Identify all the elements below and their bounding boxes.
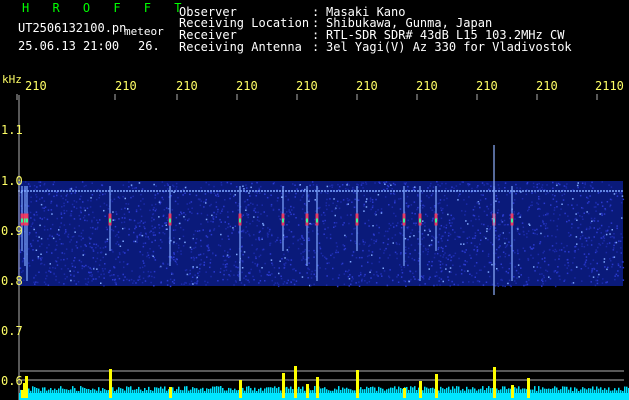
meteor-echo-core [356,218,358,223]
count-bar [294,366,297,398]
filename-label: UT2506132100.pn [18,21,127,35]
time-tick-7: 210 [476,79,498,93]
meteor-echo-core [26,218,28,223]
noise-band [18,181,625,288]
datetime-label: 25.06.13 21:00 [18,39,120,53]
time-tick-8: 210 [536,79,558,93]
meteor-echo-core [316,218,318,223]
meteor-echo-core [403,218,405,223]
freq-tick-0.7: 0.7 [1,324,23,338]
time-tick-0: 210 [25,79,47,93]
noise-band-base [18,181,623,286]
count-bar [282,373,285,398]
meteor-echo-core [21,218,23,223]
meteor-echo-core [511,218,513,223]
time-tick-3: 210 [236,79,258,93]
meteor-echo-core [109,218,111,223]
antenna-colon: : [312,40,320,54]
meteor-echo-core [282,218,284,223]
freq-unit-label: kHz [2,73,22,86]
count-bar [403,388,406,398]
meteor-echo-core [419,218,421,223]
count-bar [306,384,309,398]
time-tick-1: 210 [115,79,137,93]
count-bar [419,381,422,398]
count-bar [527,378,530,398]
freq-tick-0.9: 0.9 [1,224,23,238]
antenna-value: 3el Yagi(V) Az 330 for Vladivostok [326,40,572,54]
count-bar [316,377,319,398]
count-bar [169,387,172,398]
app-title: H R O F F T [22,1,190,15]
time-tick-6: 210 [416,79,438,93]
meteor-echo-core [239,218,241,223]
freq-tick-0.8: 0.8 [1,274,23,288]
count-bar [493,367,496,398]
mode-label: meteor [124,25,164,38]
meteor-echo-core [169,218,171,223]
time-tick-4: 210 [296,79,318,93]
spectrogram-canvas [16,94,629,400]
count-bar [25,376,28,398]
count-bar [435,374,438,398]
time-tick-5: 210 [356,79,378,93]
antenna-label: Receiving Antenna [179,40,302,54]
freq-tick-0.6: 0.6 [1,374,23,388]
meteor-echo-core [306,218,308,223]
count-bar [511,385,514,398]
time-tick-2: 210 [176,79,198,93]
meteor-echo-core [435,218,437,223]
count-bar [109,369,112,398]
count-bar [239,380,242,398]
freq-tick-1.1: 1.1 [1,123,23,137]
freq-tick-1.0: 1.0 [1,174,23,188]
time-tick-9: 2110 [595,79,624,93]
echo-count-label: 26. [138,39,160,53]
count-bar [356,370,359,398]
